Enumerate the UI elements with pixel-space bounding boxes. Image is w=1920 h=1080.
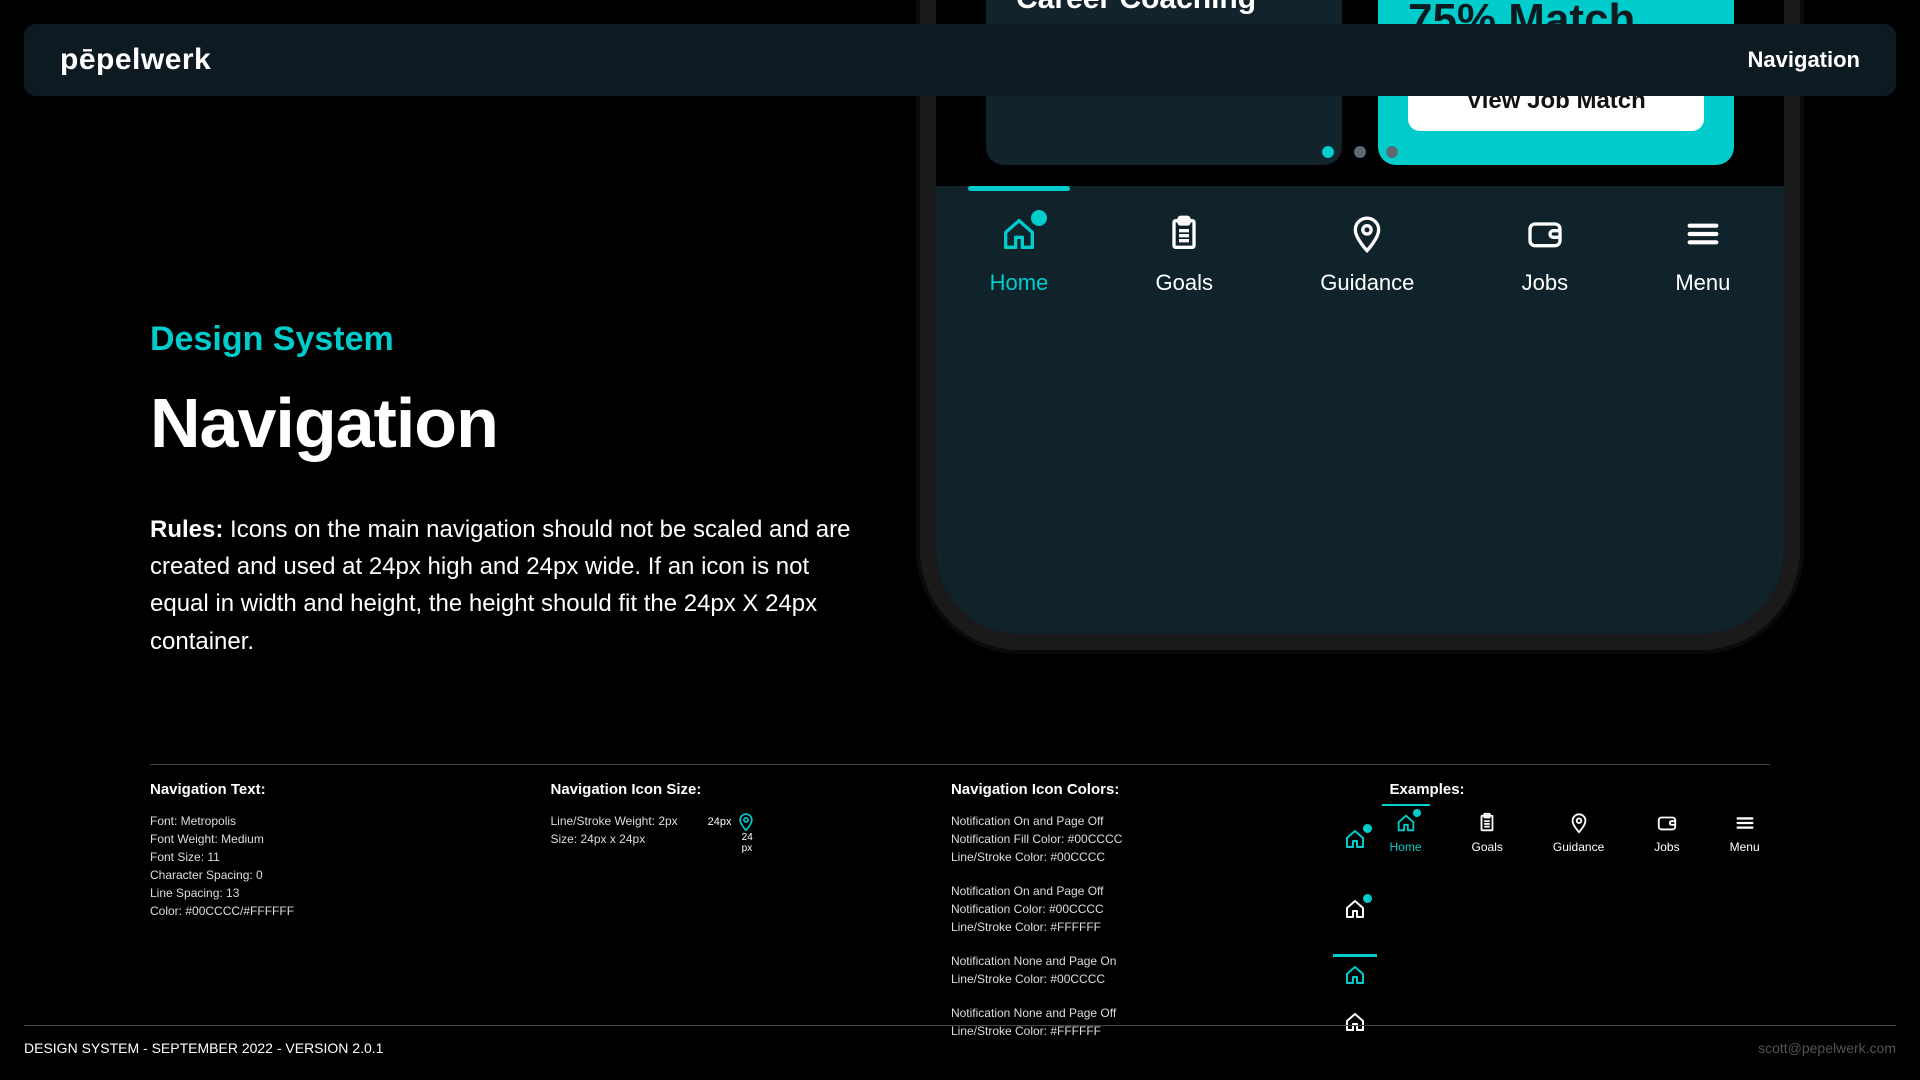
specs: Navigation Text: Font: Metropolis Font W… [150, 764, 1770, 1040]
nav-goals[interactable]: Goals [1156, 214, 1213, 296]
color-state-1: Notification On and Page Off Notificatio… [951, 812, 1370, 866]
spec-heading: Navigation Text: [150, 781, 530, 798]
nav-goals-label: Goals [1156, 270, 1213, 296]
footer-version: DESIGN SYSTEM - SEPTEMBER 2022 - VERSION… [24, 1040, 383, 1056]
size-width-label: 24px [708, 816, 732, 828]
spec-examples: Examples: Home Goals Guidance Jobs Menu [1390, 781, 1771, 1040]
guidance-icon [1568, 812, 1590, 834]
notification-dot [1363, 894, 1372, 903]
phone-mock: Guidance 6 My Jobs Career Coaching Coach… [920, 0, 1800, 650]
spec-icon-colors: Navigation Icon Colors: Notification On … [951, 781, 1370, 1040]
home-icon [1343, 963, 1367, 987]
ex-nav-menu-label: Menu [1730, 840, 1760, 854]
nav-menu-label: Menu [1675, 270, 1730, 296]
jobs-icon [1525, 214, 1565, 254]
footer: DESIGN SYSTEM - SEPTEMBER 2022 - VERSION… [24, 1025, 1896, 1056]
notification-dot [1031, 210, 1047, 226]
ex-nav-menu[interactable]: Menu [1730, 812, 1760, 854]
ex-nav-jobs-label: Jobs [1654, 840, 1679, 854]
eyebrow: Design System [150, 320, 870, 359]
ex-nav-jobs[interactable]: Jobs [1654, 812, 1679, 854]
spec-heading: Navigation Icon Colors: [951, 781, 1370, 798]
dot-2[interactable] [1354, 146, 1366, 158]
color-state-text: Notification On and Page Off Notificatio… [951, 882, 1316, 936]
size-height-label: 24 px [742, 832, 756, 854]
nav-menu[interactable]: Menu [1675, 214, 1730, 296]
color-state-2: Notification On and Page Off Notificatio… [951, 882, 1370, 936]
ex-nav-goals-label: Goals [1472, 840, 1503, 854]
ex-nav-guidance[interactable]: Guidance [1553, 812, 1604, 854]
nav-home[interactable]: Home [990, 214, 1049, 296]
spec-icon-size: Navigation Icon Size: Line/Stroke Weight… [550, 781, 930, 1040]
ex-nav-home-label: Home [1390, 840, 1422, 854]
rules-body: Icons on the main navigation should not … [150, 516, 850, 655]
spec-body: Font: Metropolis Font Weight: Medium Fon… [150, 812, 530, 920]
color-state-text: Notification On and Page Off Notificatio… [951, 812, 1316, 866]
ex-nav-home[interactable]: Home [1390, 812, 1422, 854]
coaching-title-2: Career Coaching [1016, 0, 1312, 16]
intro-block: Design System Navigation Rules: Icons on… [150, 320, 870, 660]
nav-guidance[interactable]: Guidance [1320, 214, 1414, 296]
jobs-icon [1656, 812, 1678, 834]
footer-email: scott@pepelwerk.com [1758, 1040, 1896, 1056]
color-state-text: Notification None and Page On Line/Strok… [951, 952, 1316, 988]
spec-heading: Examples: [1390, 781, 1771, 798]
example-nav: Home Goals Guidance Jobs Menu [1390, 812, 1771, 854]
nav-jobs-label: Jobs [1522, 270, 1568, 296]
dot-3[interactable] [1386, 146, 1398, 158]
notification-dot [1363, 824, 1372, 833]
page-title: Navigation [150, 383, 870, 463]
pin-icon [736, 812, 756, 832]
rules-label: Rules: [150, 516, 223, 543]
menu-icon [1683, 214, 1723, 254]
goals-icon [1164, 214, 1204, 254]
ex-nav-goals[interactable]: Goals [1472, 812, 1503, 854]
page-dots [936, 146, 1784, 158]
nav-guidance-label: Guidance [1320, 270, 1414, 296]
rules-text: Rules: Icons on the main navigation shou… [150, 511, 870, 660]
nav-jobs[interactable]: Jobs [1522, 214, 1568, 296]
spec-nav-text: Navigation Text: Font: Metropolis Font W… [150, 781, 530, 1040]
nav-home-label: Home [990, 270, 1049, 296]
active-indicator [1333, 954, 1377, 957]
size-diagram: 24px 24 px [708, 812, 756, 854]
guidance-icon [1347, 214, 1387, 254]
topbar-page-label: Navigation [1748, 47, 1860, 73]
bottom-nav: Home Goals Guidance Jobs Menu [936, 186, 1784, 634]
size-box [736, 812, 756, 832]
menu-icon [1734, 812, 1756, 834]
ex-nav-guidance-label: Guidance [1553, 840, 1604, 854]
color-state-3: Notification None and Page On Line/Strok… [951, 952, 1370, 988]
topbar: pēpelwerk Navigation [24, 24, 1896, 96]
notification-dot [1413, 809, 1421, 817]
spec-body: Line/Stroke Weight: 2px Size: 24px x 24p… [550, 812, 677, 848]
logo: pēpelwerk [60, 43, 211, 77]
goals-icon [1476, 812, 1498, 834]
spec-heading: Navigation Icon Size: [550, 781, 930, 798]
dot-1[interactable] [1322, 146, 1334, 158]
